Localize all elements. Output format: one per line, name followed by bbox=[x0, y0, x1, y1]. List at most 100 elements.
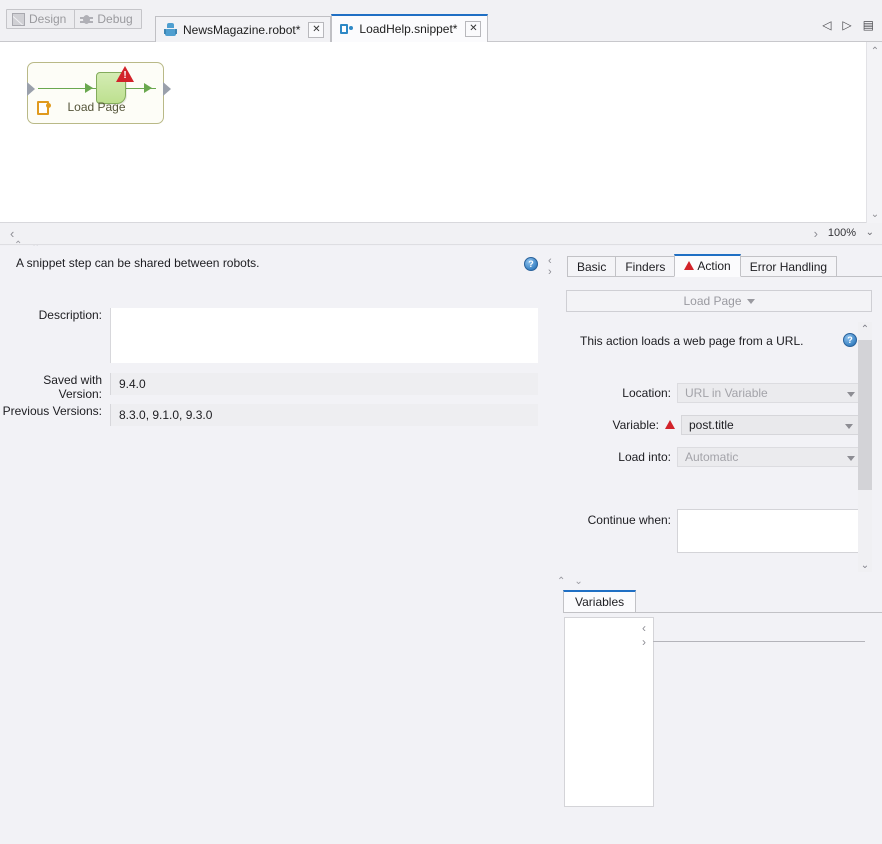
tab-error-handling[interactable]: Error Handling bbox=[740, 256, 837, 277]
tab-variables-label: Variables bbox=[575, 595, 624, 609]
description-label: Description: bbox=[0, 308, 110, 322]
chevron-down-icon bbox=[845, 424, 853, 429]
action-description-text: This action loads a web page from a URL. bbox=[580, 334, 803, 348]
variable-value: post.title bbox=[689, 418, 734, 432]
debug-mode-label: Debug bbox=[97, 12, 132, 26]
sash-up-icon[interactable]: ⌃ bbox=[557, 576, 565, 587]
warning-icon bbox=[684, 261, 694, 270]
action-type-dropdown[interactable]: Load Page bbox=[566, 290, 872, 312]
variables-tab-strip: Variables bbox=[563, 590, 636, 612]
variable-label: Variable: bbox=[566, 418, 665, 432]
document-tab-loadhelp[interactable]: LoadHelp.snippet* ✕ bbox=[331, 14, 488, 42]
topbar-right-controls: ◁ ▷ ▤ bbox=[822, 19, 874, 31]
variable-detail-collapse-controls: ‹ › bbox=[642, 621, 646, 649]
scroll-up-icon[interactable]: ⌃ bbox=[867, 43, 882, 59]
chevron-right-icon[interactable]: › bbox=[548, 267, 552, 278]
scroll-up-icon[interactable]: ⌃ bbox=[858, 322, 872, 336]
flow-node-load-page[interactable]: ! Load Page bbox=[27, 62, 164, 124]
document-tab-label: LoadHelp.snippet* bbox=[359, 22, 457, 36]
application-window: Design Debug NewsMagazine.robot* ✕ LoadH… bbox=[0, 0, 882, 844]
chevron-left-icon[interactable]: ‹ bbox=[642, 621, 646, 635]
sash-down-icon[interactable]: ⌄ bbox=[574, 576, 582, 587]
load-into-label: Load into: bbox=[566, 450, 677, 464]
saved-with-version-label: Saved with Version: bbox=[0, 373, 110, 401]
step-properties-panel: A snippet step can be shared between rob… bbox=[0, 246, 548, 844]
design-icon bbox=[12, 13, 25, 26]
variables-list[interactable] bbox=[564, 617, 654, 807]
zoom-level-label[interactable]: 100% bbox=[828, 227, 856, 239]
snippet-icon bbox=[340, 23, 353, 35]
robot-icon bbox=[164, 23, 177, 36]
panel-collapse-controls: ‹ › bbox=[548, 256, 552, 278]
canvas-vertical-scrollbar[interactable]: ⌃ ⌄ bbox=[866, 42, 882, 223]
action-properties-panel: ? ‹ › Basic Finders Action Error Handlin… bbox=[548, 246, 882, 844]
tab-variables[interactable]: Variables bbox=[563, 590, 636, 612]
debug-mode-button[interactable]: Debug bbox=[74, 10, 140, 28]
form-row-variable: Variable: post.title bbox=[566, 415, 861, 435]
chevron-down-icon bbox=[747, 299, 755, 304]
form-row-description: Description: bbox=[0, 308, 548, 363]
close-icon[interactable]: ✕ bbox=[465, 21, 481, 37]
previous-versions-value: 8.3.0, 9.1.0, 9.3.0 bbox=[110, 404, 538, 426]
node-output-port bbox=[163, 82, 171, 96]
help-icon[interactable]: ? bbox=[524, 257, 538, 271]
canvas-scroll-left-icon[interactable]: ‹ bbox=[10, 226, 14, 241]
top-toolbar: Design Debug NewsMagazine.robot* ✕ LoadH… bbox=[0, 0, 882, 42]
tab-finders-label: Finders bbox=[625, 260, 665, 274]
saved-with-version-value: 9.4.0 bbox=[110, 373, 538, 395]
list-view-icon[interactable]: ▤ bbox=[863, 19, 874, 31]
bug-icon bbox=[80, 13, 93, 26]
document-tab-newsmagazine[interactable]: NewsMagazine.robot* ✕ bbox=[155, 16, 331, 42]
tab-error-handling-label: Error Handling bbox=[750, 260, 827, 274]
tab-finders[interactable]: Finders bbox=[615, 256, 675, 277]
close-icon[interactable]: ✕ bbox=[308, 22, 324, 38]
description-input[interactable] bbox=[110, 308, 538, 363]
form-row-continue-when: Continue when: bbox=[566, 509, 863, 553]
form-row-saved-version: Saved with Version: 9.4.0 bbox=[0, 373, 548, 401]
mode-button-group: Design Debug bbox=[6, 9, 142, 29]
chevron-down-icon bbox=[847, 456, 855, 461]
form-row-previous-versions: Previous Versions: 8.3.0, 9.1.0, 9.3.0 bbox=[0, 404, 548, 426]
form-row-load-into: Load into: Automatic bbox=[566, 447, 863, 467]
chevron-down-icon[interactable]: ⌄ bbox=[866, 227, 874, 238]
help-icon[interactable]: ? bbox=[843, 333, 857, 347]
variables-tab-underline bbox=[563, 612, 882, 613]
nav-back-icon[interactable]: ◁ bbox=[822, 19, 831, 31]
location-value: URL in Variable bbox=[685, 386, 768, 400]
tab-action-label: Action bbox=[697, 259, 730, 273]
action-tab-strip: Basic Finders Action Error Handling bbox=[567, 254, 836, 277]
load-into-value: Automatic bbox=[685, 450, 738, 464]
action-type-value: Load Page bbox=[683, 294, 741, 308]
chevron-right-icon[interactable]: › bbox=[642, 635, 646, 649]
tab-action[interactable]: Action bbox=[674, 254, 740, 277]
scroll-down-icon[interactable]: ⌄ bbox=[858, 558, 872, 572]
previous-versions-label: Previous Versions: bbox=[0, 404, 110, 418]
tab-basic[interactable]: Basic bbox=[567, 256, 616, 277]
warning-icon bbox=[665, 420, 675, 429]
action-form: This action loads a web page from a URL.… bbox=[566, 322, 872, 576]
design-mode-button[interactable]: Design bbox=[7, 10, 74, 28]
node-input-port bbox=[27, 82, 35, 96]
flow-canvas[interactable]: ! Load Page ⌃ ⌄ bbox=[0, 42, 882, 223]
document-tab-bar: NewsMagazine.robot* ✕ LoadHelp.snippet* … bbox=[155, 14, 488, 42]
canvas-zoom-bar: ‹ › 100% ⌄ bbox=[0, 223, 882, 245]
canvas-scroll-right-icon[interactable]: › bbox=[814, 226, 818, 241]
connector-arrow-icon bbox=[144, 83, 152, 93]
design-mode-label: Design bbox=[29, 12, 66, 26]
nav-forward-icon[interactable]: ▷ bbox=[842, 19, 851, 31]
form-row-location: Location: URL in Variable bbox=[566, 383, 863, 403]
snippet-hint-text: A snippet step can be shared between rob… bbox=[16, 256, 260, 270]
continue-when-input[interactable] bbox=[677, 509, 863, 553]
variable-detail-separator bbox=[653, 641, 865, 642]
location-label: Location: bbox=[566, 386, 677, 400]
chevron-down-icon bbox=[847, 392, 855, 397]
tab-basic-label: Basic bbox=[577, 260, 606, 274]
scrollbar-thumb[interactable] bbox=[858, 340, 872, 490]
action-panel-scrollbar[interactable]: ⌃ ⌄ bbox=[858, 322, 872, 572]
load-into-dropdown[interactable]: Automatic bbox=[677, 447, 863, 467]
variable-dropdown[interactable]: post.title bbox=[681, 415, 861, 435]
location-dropdown[interactable]: URL in Variable bbox=[677, 383, 863, 403]
scroll-down-icon[interactable]: ⌄ bbox=[867, 206, 882, 222]
continue-when-label: Continue when: bbox=[566, 509, 677, 527]
document-tab-label: NewsMagazine.robot* bbox=[183, 23, 300, 37]
